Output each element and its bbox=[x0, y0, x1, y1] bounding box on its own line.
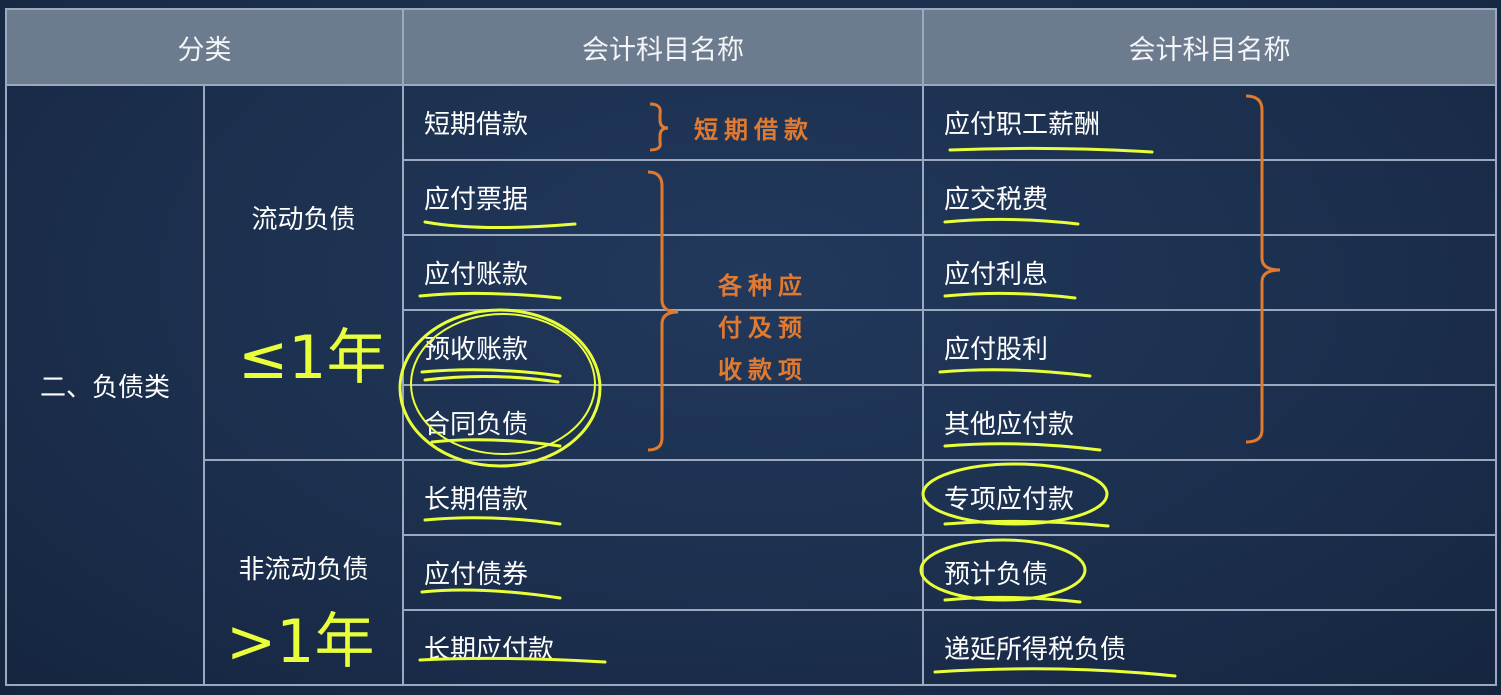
account-cell: 应付票据 bbox=[402, 159, 924, 236]
account-cell: 短期借款 bbox=[402, 84, 924, 161]
account-cell: 长期应付款 bbox=[402, 609, 924, 686]
subcategory-current-label: 流动负债 bbox=[251, 205, 356, 235]
subcategory-current-liabilities: 流动负债 bbox=[203, 84, 404, 461]
account-cell: 应付股利 bbox=[922, 309, 1497, 386]
account-cell: 递延所得税负债 bbox=[922, 609, 1497, 686]
liability-accounts-table: 分类 会计科目名称 会计科目名称 二、负债类 流动负债 短期借款 应付职工薪酬 … bbox=[5, 8, 1497, 686]
account-cell: 应付账款 bbox=[402, 234, 924, 311]
header-account-name-1: 会计科目名称 bbox=[402, 8, 924, 86]
header-row: 分类 会计科目名称 会计科目名称 bbox=[5, 8, 1497, 86]
header-account-name-2: 会计科目名称 bbox=[922, 8, 1497, 86]
category-liabilities: 二、负债类 bbox=[5, 84, 205, 686]
subcategory-noncurrent-label: 非流动负债 bbox=[238, 555, 369, 585]
account-cell: 其他应付款 bbox=[922, 384, 1497, 461]
account-cell: 预计负债 bbox=[922, 534, 1497, 611]
account-cell: 应付职工薪酬 bbox=[922, 84, 1497, 161]
header-category: 分类 bbox=[5, 8, 404, 86]
account-cell: 专项应付款 bbox=[922, 459, 1497, 536]
account-cell: 长期借款 bbox=[402, 459, 924, 536]
table-row: 非流动负债 长期借款 专项应付款 bbox=[6, 459, 1497, 686]
account-cell: 应交税费 bbox=[922, 159, 1497, 236]
subcategory-noncurrent-liabilities: 非流动负债 bbox=[203, 459, 404, 686]
account-cell: 预收账款 bbox=[402, 309, 924, 386]
account-cell: 应付债券 bbox=[402, 534, 924, 611]
account-cell: 合同负债 bbox=[402, 384, 924, 461]
table-row: 二、负债类 流动负债 短期借款 应付职工薪酬 bbox=[5, 84, 1497, 686]
account-cell: 应付利息 bbox=[922, 234, 1497, 311]
